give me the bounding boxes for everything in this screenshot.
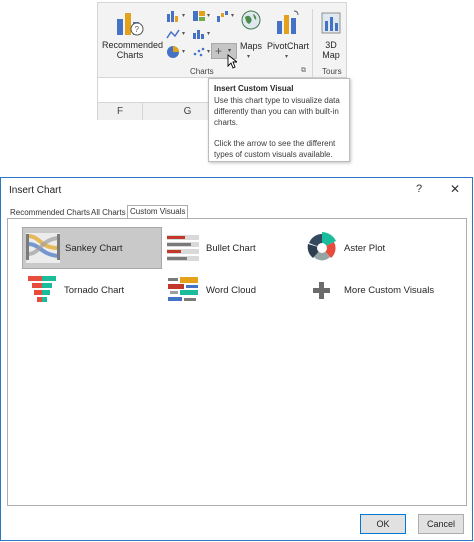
- waterfall-chart-icon[interactable]: [216, 10, 230, 22]
- aster-plot-icon: [307, 232, 336, 261]
- dropdown-arrow-icon[interactable]: ▾: [231, 12, 234, 19]
- 3d-map-icon: [321, 12, 341, 34]
- statistic-chart-icon[interactable]: [192, 28, 206, 40]
- insert-chart-dialog: Insert Chart ? ✕ Recommended Charts All …: [0, 177, 473, 541]
- plus-icon: +: [215, 44, 223, 58]
- visual-item-label: Tornado Chart: [64, 284, 125, 296]
- custom-visuals-panel: Sankey Chart Bullet Chart Aster Plot Tor…: [7, 218, 467, 506]
- visual-item-more-custom-visuals[interactable]: More Custom Visuals: [302, 269, 462, 311]
- help-icon[interactable]: ?: [416, 183, 422, 195]
- sankey-icon: [26, 233, 60, 263]
- tab-custom-visuals[interactable]: Custom Visuals: [127, 205, 189, 219]
- dropdown-arrow-icon: ▾: [247, 54, 251, 60]
- dialog-title: Insert Chart: [9, 185, 62, 196]
- plus-icon: [313, 282, 330, 299]
- hierarchy-chart-icon[interactable]: [192, 10, 206, 22]
- pie-chart-icon[interactable]: [166, 45, 180, 59]
- dropdown-arrow-icon[interactable]: ▾: [182, 12, 185, 19]
- visual-item-label: Word Cloud: [206, 284, 256, 296]
- line-chart-icon[interactable]: [166, 28, 180, 40]
- pivotchart-button[interactable]: PivotChart ▾: [266, 7, 310, 63]
- 3d-map-label: 3D Map: [322, 40, 340, 60]
- visual-item-label: More Custom Visuals: [344, 284, 435, 296]
- visual-item-bullet-chart[interactable]: Bullet Chart: [164, 227, 294, 269]
- svg-text:?: ?: [135, 25, 140, 34]
- dropdown-arrow-icon[interactable]: ▾: [207, 30, 210, 37]
- visual-item-aster-plot[interactable]: Aster Plot: [302, 227, 432, 269]
- dialog-launcher-icon[interactable]: ⧉: [301, 67, 306, 75]
- cancel-button[interactable]: Cancel: [418, 514, 464, 534]
- charts-group-label: Charts: [190, 67, 214, 76]
- recommended-charts-icon: ?: [117, 13, 144, 36]
- 3d-map-button[interactable]: 3D Map: [316, 7, 346, 63]
- visual-item-tornado-chart[interactable]: Tornado Chart: [22, 269, 162, 311]
- group-separator: [312, 9, 313, 77]
- custom-visual-tooltip: Insert Custom Visual Use this chart type…: [208, 78, 350, 162]
- pivotchart-label: PivotChart: [266, 41, 310, 51]
- dropdown-arrow-icon[interactable]: ▾: [207, 12, 210, 19]
- column-header-f[interactable]: F: [98, 102, 143, 120]
- tornado-chart-icon: [28, 276, 56, 302]
- tours-group-label: Tours: [322, 67, 342, 76]
- word-cloud-icon: [168, 277, 198, 301]
- tooltip-description: Use this chart type to visualize data di…: [214, 96, 340, 127]
- dropdown-arrow-icon[interactable]: ▾: [207, 48, 210, 55]
- dropdown-arrow-icon[interactable]: ▾: [182, 48, 185, 55]
- bullet-chart-icon: [167, 235, 199, 261]
- dropdown-arrow-icon: ▾: [228, 48, 232, 54]
- dropdown-arrow-icon: ▾: [285, 54, 289, 60]
- visual-item-label: Aster Plot: [344, 242, 386, 254]
- recommended-charts-label: Recommended Charts: [102, 40, 164, 60]
- column-chart-icon[interactable]: [166, 10, 180, 22]
- recommended-charts-button[interactable]: ? Recommended Charts: [102, 7, 164, 63]
- maps-button[interactable]: Maps ▾: [238, 7, 264, 63]
- visual-item-word-cloud[interactable]: Word Cloud: [164, 269, 294, 311]
- scatter-chart-icon[interactable]: [192, 46, 206, 58]
- visual-item-label: Bullet Chart: [206, 242, 256, 254]
- close-icon[interactable]: ✕: [450, 182, 460, 196]
- pivotchart-icon: [277, 10, 299, 34]
- tooltip-title: Insert Custom Visual: [214, 84, 294, 93]
- visual-item-sankey-chart[interactable]: Sankey Chart: [22, 227, 162, 269]
- tooltip-hint: Click the arrow to see the different typ…: [214, 139, 336, 159]
- ok-button[interactable]: OK: [360, 514, 406, 534]
- globe-icon: [241, 10, 261, 30]
- dropdown-arrow-icon[interactable]: ▾: [182, 30, 185, 37]
- visual-item-label: Sankey Chart: [65, 242, 123, 254]
- ribbon-charts-group: ? Recommended Charts ▾ ▾ ▾ ▾ ▾ ▾ ▾ + ▾ C…: [97, 2, 347, 78]
- mouse-cursor-icon: [227, 54, 237, 69]
